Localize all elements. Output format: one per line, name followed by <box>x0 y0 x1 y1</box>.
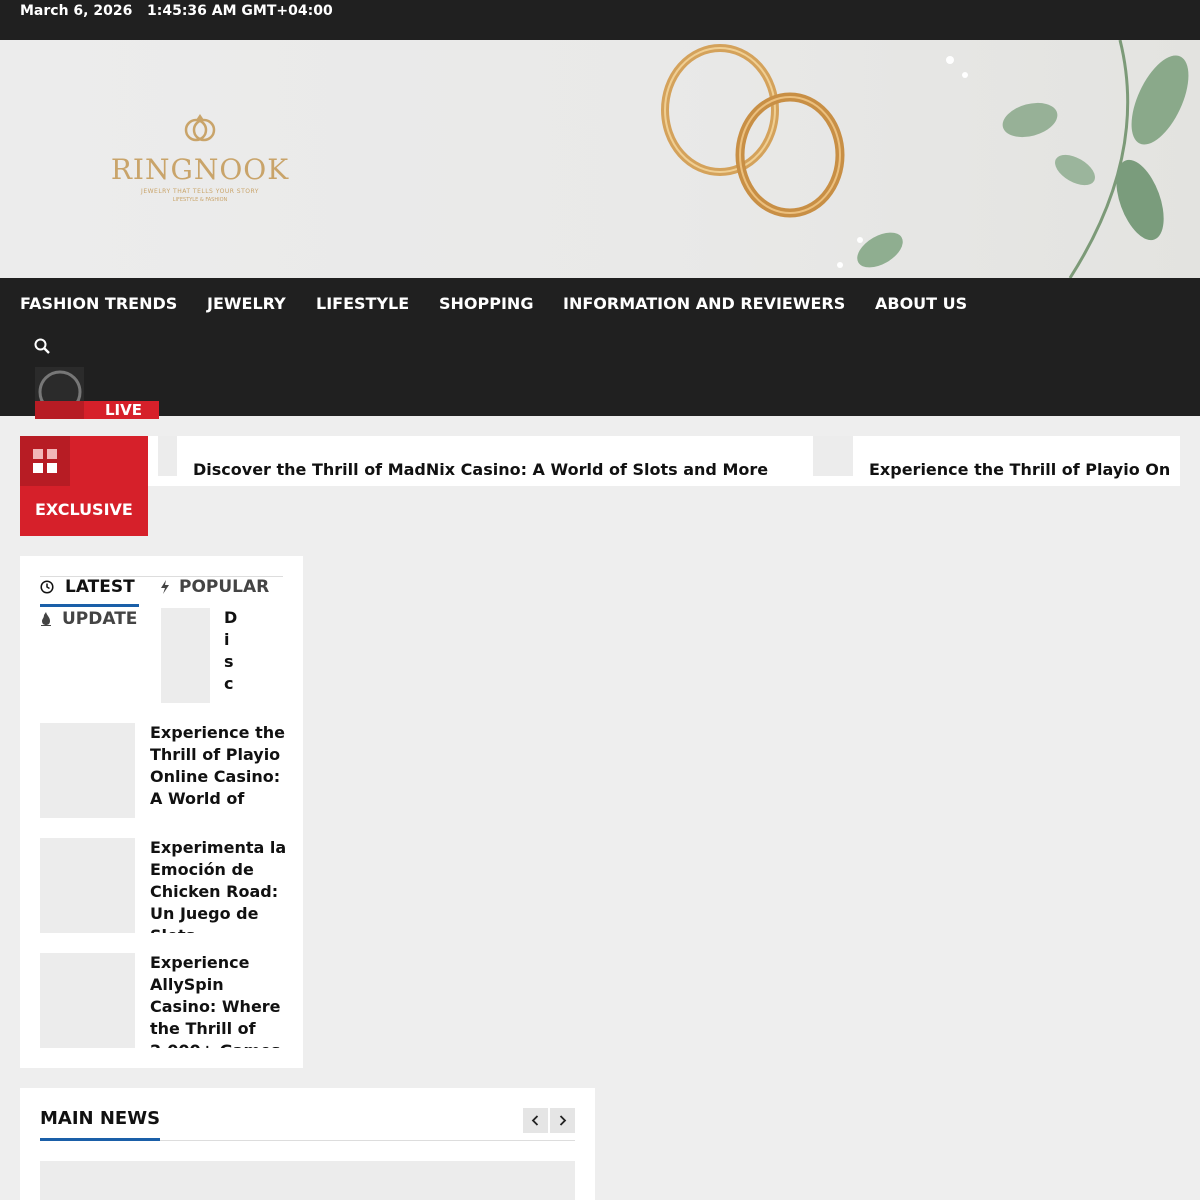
post-title[interactable]: Disc <box>224 607 238 697</box>
carousel-next-button[interactable] <box>550 1108 575 1133</box>
logo-emblem-icon <box>184 114 216 142</box>
main-news-image[interactable] <box>40 1161 575 1200</box>
exclusive-badge-icon-area <box>20 436 70 486</box>
logo-tagline: JEWELRY THAT TELLS YOUR STORY <box>141 188 259 195</box>
nav-item-shopping[interactable]: SHOPPING <box>439 294 533 313</box>
chevron-left-icon <box>531 1115 539 1126</box>
top-bar: March 6, 2026 1:45:36 AM GMT+04:00 <box>0 0 1200 40</box>
exclusive-label: EXCLUSIVE <box>35 500 133 519</box>
post-title[interactable]: Experience the Thrill of Playio Online C… <box>150 722 290 818</box>
chevron-right-icon <box>559 1115 567 1126</box>
post-thumbnail[interactable] <box>40 723 135 818</box>
carousel-prev-button[interactable] <box>523 1108 548 1133</box>
exclusive-badge: EXCLUSIVE <box>20 436 148 536</box>
tab-latest[interactable]: LATEST <box>65 577 135 597</box>
eucalyptus-leaves-image <box>837 40 1189 278</box>
clock-icon <box>40 580 54 594</box>
fire-icon <box>41 612 51 626</box>
section-title: MAIN NEWS <box>40 1108 161 1129</box>
ticker-item[interactable]: Experience the Thrill of Playio On <box>869 460 1170 479</box>
bolt-icon <box>161 580 169 594</box>
active-tab-indicator <box>40 604 139 607</box>
post-thumbnail[interactable] <box>40 838 135 933</box>
main-navigation: FASHION TRENDS JEWELRY LIFESTYLE SHOPPIN… <box>0 278 1200 416</box>
site-logo[interactable]: RINGNOOK JEWELRY THAT TELLS YOUR STORY L… <box>110 110 290 210</box>
tab-popular[interactable]: POPULAR <box>179 577 269 597</box>
live-label-text: LIVE <box>105 401 142 419</box>
post-title[interactable]: Experimenta la Emoción de Chicken Road: … <box>150 837 290 933</box>
post-thumbnail[interactable] <box>40 953 135 1048</box>
ticker-item[interactable]: Discover the Thrill of MadNix Casino: A … <box>193 460 768 479</box>
main-news-section: MAIN NEWS <box>20 1088 595 1200</box>
section-title-underline <box>40 1138 160 1141</box>
nav-item-lifestyle[interactable]: LIFESTYLE <box>316 294 409 313</box>
tab-update[interactable]: UPDATE <box>62 609 137 629</box>
header-banner: RINGNOOK JEWELRY THAT TELLS YOUR STORY L… <box>0 40 1200 278</box>
nav-item-information-and-reviewers[interactable]: INFORMATION AND REVIEWERS <box>563 294 845 313</box>
ticker-thumbnail[interactable] <box>813 436 853 476</box>
logo-subtag: LIFESTYLE & FASHION <box>172 197 228 203</box>
live-badge: LIVE <box>35 401 159 419</box>
ticker-thumbnail[interactable] <box>158 436 177 476</box>
post-thumbnail[interactable] <box>161 608 210 703</box>
live-badge-icon-area <box>35 401 84 419</box>
post-title[interactable]: Experience AllySpin Casino: Where the Th… <box>150 952 290 1048</box>
nav-item-about-us[interactable]: ABOUT US <box>875 294 967 313</box>
grid-icon <box>33 449 57 473</box>
current-time: 1:45:36 AM GMT+04:00 <box>147 3 333 19</box>
nav-item-fashion-trends[interactable]: FASHION TRENDS <box>20 294 177 313</box>
logo-name: RINGNOOK <box>110 153 290 186</box>
tabbed-posts-widget: LATEST POPULAR UPDATE Disc Experience th… <box>20 556 303 1068</box>
current-date: March 6, 2026 <box>20 3 133 19</box>
news-ticker: Discover the Thrill of MadNix Casino: A … <box>148 436 1180 486</box>
search-icon[interactable] <box>34 338 50 354</box>
nav-item-jewelry[interactable]: JEWELRY <box>207 294 286 313</box>
